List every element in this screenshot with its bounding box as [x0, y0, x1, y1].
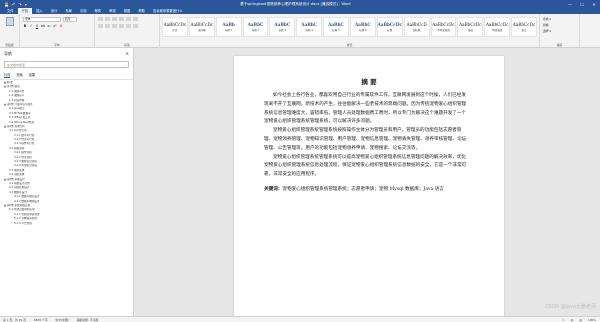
nav-tab-pages[interactable]: 页面	[16, 72, 22, 78]
keywords-text: 宠物爱心组织管理系统管理系统；志愿者申请；宠物 Mysql 数据库；Java 语…	[282, 186, 444, 192]
language[interactable]: 中文(中国)	[56, 318, 69, 322]
print-layout-icon[interactable]: ▤	[571, 318, 574, 322]
abstract-body: 如今社会上各行各业，都喜欢用自己行业的专属软件工作，互联网发展到这个时候，人们已…	[264, 92, 469, 195]
abstract-title: 摘 要	[361, 78, 377, 86]
style-intense-emphasis[interactable]: AaBbCcDc 明显强调	[484, 17, 511, 37]
paragraph-group: 段落	[95, 14, 160, 48]
read-mode-icon[interactable]: ▭	[562, 318, 565, 322]
font-label: 字体	[54, 43, 60, 47]
nav-tabs: 标题 页面 结果	[0, 69, 133, 80]
word-count[interactable]: 9839 个字	[34, 318, 48, 322]
undo-icon[interactable]: ↶	[12, 2, 15, 7]
shading-icon[interactable]	[133, 24, 138, 28]
align-left-icon[interactable]	[98, 24, 103, 28]
redo-icon[interactable]: ↷	[18, 2, 21, 7]
nav-title: 导航	[4, 51, 12, 56]
status-bar: 第 1 页，共 29 页 9839 个字 中文(中国) 辅助功能: 不可用 ▭ …	[0, 316, 600, 322]
nav-search-input[interactable]: 在文档中搜索 ⌕	[4, 61, 129, 68]
editing-group: 查找 ▾ 替换 选择 ▾ 编辑	[540, 14, 580, 48]
line-spacing-icon[interactable]	[126, 24, 131, 28]
style-subtle-emphasis[interactable]: AaBbCcDc 不明显强调	[430, 17, 457, 37]
superscript-button[interactable]: x²	[53, 24, 57, 28]
font-size-select[interactable]: 四号	[63, 17, 77, 22]
increase-indent-icon[interactable]	[126, 17, 131, 21]
editing-label: 编辑	[556, 43, 563, 47]
nav-tab-results[interactable]: 结果	[29, 72, 35, 78]
style-normal[interactable]: AaBbCcDc 正文	[162, 17, 188, 37]
bold-button[interactable]: B	[23, 24, 27, 28]
replace-button[interactable]: 替换	[543, 23, 576, 27]
save-icon[interactable]: 💾	[4, 2, 9, 7]
document-area[interactable]: 摘 要 如今社会上各行各业，都喜欢用自己行业的专属软件工作，互联网发展到这个时候…	[134, 48, 600, 316]
style-emphasis[interactable]: AaBbCcDc 强调	[457, 17, 484, 37]
navigation-pane: 导航 ✕ 在文档中搜索 ⌕ 标题 页面 结果 ▲ 摘 要 ▲ 第1章 绪论 1.1 …	[0, 48, 134, 316]
close-button[interactable]: ✕	[588, 2, 600, 7]
font-name-select[interactable]: 宋体	[23, 17, 61, 22]
web-layout-icon[interactable]: ▥	[579, 318, 582, 322]
justify-icon[interactable]	[119, 24, 124, 28]
style-title[interactable]: AaBbCcDc 标题	[376, 17, 403, 37]
nav-tab-headings[interactable]: 标题	[4, 72, 11, 78]
window-title: 基于springboot宠物领养心理护理系统设计.docx [兼容模式] - W…	[240, 1, 351, 6]
font-color-button[interactable]: A	[59, 24, 63, 28]
select-button[interactable]: 选择 ▾	[543, 29, 576, 33]
italic-button[interactable]: I	[29, 24, 33, 28]
bullets-icon[interactable]	[98, 17, 103, 21]
close-icon[interactable]: ✕	[126, 51, 129, 57]
clipboard-label: 剪贴板	[5, 43, 14, 47]
style-heading-4[interactable]: AaBbC 标题 4	[296, 17, 323, 37]
outline-item[interactable]: 5.1.3 公告管理	[0, 222, 133, 226]
page-count[interactable]: 第 1 页，共 29 页	[3, 318, 26, 322]
style-subtitle[interactable]: AaBbCcD 副标题	[403, 17, 430, 37]
align-center-icon[interactable]	[105, 24, 110, 28]
keywords-line: 关键词：宠物爱心组织管理系统管理系统；志愿者申请；宠物 Mysql 数据库；Ja…	[264, 186, 469, 195]
style-heading-3[interactable]: AaBbC 标题 3	[269, 17, 296, 37]
maximize-button[interactable]: ☐	[576, 2, 588, 7]
zoom-level[interactable]: 100%	[588, 318, 596, 322]
multilevel-list-icon[interactable]	[112, 17, 117, 21]
heading-outline: ▲ 摘 要 ▲ 第1章 绪论 1.1 课题背景 1.2 课题意义 1.3 研究内容 ▲ 第…	[0, 80, 133, 227]
paragraph: 宠物爱心组织管理系统管理系统按照操作主体分为管理员和用户。管理员的功能包括志愿者…	[264, 128, 467, 151]
underline-button[interactable]: U	[35, 24, 39, 28]
accessibility-status[interactable]: 辅助功能: 不可用	[77, 318, 98, 322]
title-bar: 💾 ↶ ↷ ▾ 基于springboot宠物领养心理护理系统设计.docx [兼…	[0, 0, 600, 8]
decrease-indent-icon[interactable]	[119, 17, 124, 21]
paragraph: 宠物爱心组织管理系统管理系统可以提高宠物爱心组织管理系统信息管理问题的解决效率，…	[264, 154, 467, 178]
paste-icon[interactable]	[5, 17, 14, 26]
keywords-label: 关键词：	[264, 186, 283, 192]
styles-group: AaBbCcDc 正文 AaBbCcDc 无间隔 AaBb 标题 1 AaBbC 标题 …	[160, 14, 540, 48]
paragraph: 如今社会上各行各业，都喜欢用自己行业的专属软件工作，互联网发展到这个时候，人们已…	[264, 93, 467, 125]
ribbon: 剪贴板 宋体 四号 B I U ab x₂ x² A 字体 段落 AaBbCcD…	[0, 14, 600, 48]
clipboard-group: 剪贴板	[0, 14, 20, 48]
style-heading-6[interactable]: AaBbC 标题 6	[349, 17, 376, 37]
numbering-icon[interactable]	[105, 17, 110, 21]
style-strong[interactable]: AaBbCcDc 要点	[511, 17, 537, 37]
paragraph-label: 段落	[124, 43, 130, 47]
style-heading-1[interactable]: AaBb 标题 1	[215, 17, 242, 37]
sort-icon[interactable]	[133, 17, 138, 21]
subscript-button[interactable]: x₂	[47, 24, 51, 28]
quick-access-toolbar: 💾 ↶ ↷ ▾	[0, 2, 27, 7]
align-right-icon[interactable]	[112, 24, 117, 28]
document-page[interactable]: 摘 要 如今社会上各行各业，都喜欢用自己行业的专属软件工作，互联网发展到这个时候…	[234, 56, 504, 316]
styles-label: 样式	[346, 43, 353, 47]
font-group: 宋体 四号 B I U ab x₂ x² A 字体	[20, 14, 95, 48]
window-controls: — ☐ ✕	[564, 2, 600, 7]
style-heading-2[interactable]: AaBbC 标题 2	[242, 17, 269, 37]
find-button[interactable]: 查找 ▾	[543, 17, 576, 21]
strikethrough-button[interactable]: ab	[41, 24, 45, 28]
minimize-button[interactable]: —	[564, 2, 576, 7]
watermark: CSDN @java大鹏老师	[544, 304, 596, 310]
search-icon: ⌕	[124, 63, 126, 67]
style-heading-5[interactable]: AaBbC 标题 5	[323, 17, 349, 37]
style-no-spacing[interactable]: AaBbCcDc 无间隔	[188, 17, 215, 37]
